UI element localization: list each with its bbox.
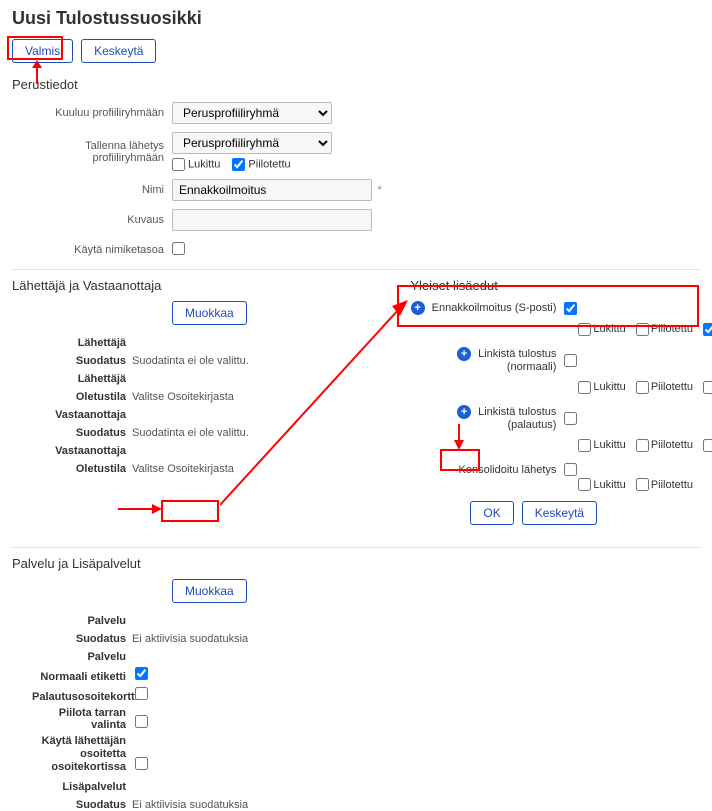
plus-icon[interactable]: + [457, 405, 471, 419]
profile-group-label: Kuuluu profiiliryhmään [12, 107, 172, 119]
parties-heading: Lähettäjä ja Vastaanottaja [12, 278, 390, 293]
separator [12, 269, 700, 270]
addons-heading: Yleiset lisäedut [410, 278, 712, 293]
locked-checkbox[interactable] [172, 158, 185, 171]
profile-group-select[interactable]: Perusprofiiliryhmä [172, 102, 332, 124]
plus-icon[interactable]: + [457, 347, 471, 361]
addon-row: + Ennakkoilmoitus (S-posti) [410, 301, 712, 315]
addon-enable-checkbox[interactable] [564, 412, 577, 425]
locked-checkbox-wrap[interactable]: Lukittu [172, 158, 220, 171]
page-title: Uusi Tulostussuosikki [12, 8, 700, 29]
service-title: Palvelu [32, 615, 132, 627]
plus-icon[interactable]: + [411, 301, 425, 315]
services-heading: Palvelu ja Lisäpalvelut [12, 556, 700, 571]
use-sender-addr-checkbox[interactable] [135, 757, 148, 770]
basic-heading: Perustiedot [12, 77, 700, 92]
consolidated-checkbox[interactable] [564, 463, 577, 476]
desc-label: Kuvaus [12, 214, 172, 226]
name-label: Nimi [12, 184, 172, 196]
extras-title: Lisäpalvelut [32, 781, 132, 793]
title-level-label: Käytä nimiketasoa [12, 244, 172, 256]
edit-services-button[interactable]: Muokkaa [172, 579, 247, 603]
receiver-title: Vastaanottaja [32, 409, 132, 421]
edit-parties-button[interactable]: Muokkaa [172, 301, 247, 325]
hidden-checkbox[interactable] [232, 158, 245, 171]
name-input[interactable] [172, 179, 372, 201]
return-card-checkbox[interactable] [135, 687, 148, 700]
save-profile-select[interactable]: Perusprofiiliryhmä [172, 132, 332, 154]
addon-enable-checkbox[interactable] [564, 354, 577, 367]
cancel-button[interactable]: Keskeytä [81, 39, 156, 63]
desc-input[interactable] [172, 209, 372, 231]
save-profile-label: Tallenna lähetys profiiliryhmään [12, 140, 172, 164]
hidden-checkbox-wrap[interactable]: Piilotettu [232, 158, 290, 171]
addon-row: + Linkistä tulostus (palautus) [410, 405, 712, 431]
addon-row: + Linkistä tulostus (normaali) [410, 347, 712, 373]
consolidated-row: Konsolidoitu lähetys [410, 463, 712, 476]
addon-enable-checkbox[interactable] [564, 302, 577, 315]
hide-label-checkbox[interactable] [135, 715, 148, 728]
normal-label-checkbox[interactable] [135, 667, 148, 680]
ok-button[interactable]: OK [470, 501, 513, 525]
done-button[interactable]: Valmis [12, 39, 73, 63]
separator [12, 547, 700, 548]
title-level-checkbox[interactable] [172, 242, 185, 255]
cancel-addons-button[interactable]: Keskeytä [522, 501, 597, 525]
sender-title: Lähettäjä [32, 337, 132, 349]
